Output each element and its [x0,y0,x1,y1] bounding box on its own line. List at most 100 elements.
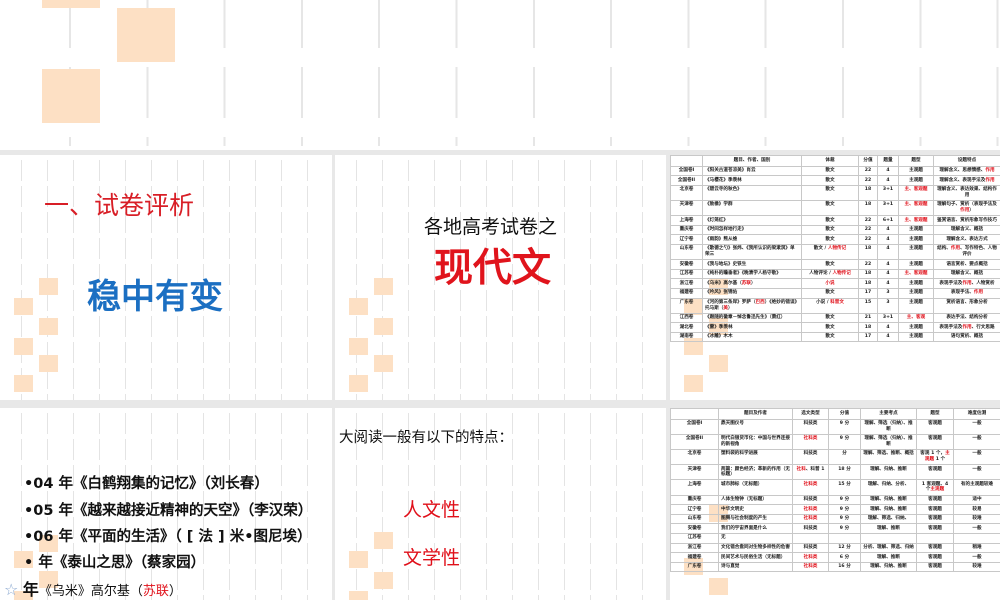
cell-text: 作用 [962,324,972,330]
star-icon: ☆ [4,580,19,599]
table-cell: 22 [858,259,878,270]
cell-text: 客观题 [928,506,942,512]
cell-text: 客观题 [928,545,942,550]
slide-thumbnail-exam-analysis[interactable]: 一、试卷评析 稳中有变 [0,155,332,400]
table-cell: 江苏卷 [670,532,719,544]
trait-item: 人文性 [403,499,461,521]
table-cell: 客观题 [916,513,954,525]
table-cell: 15 [858,297,878,314]
table-cell: 散文 [801,199,859,217]
decor-square [349,298,368,315]
table-cell: 湖北卷 [670,322,703,333]
table-cell: 一般 [953,523,1000,534]
table-cell: 3 [877,287,899,299]
slide-thumbnail-top[interactable] [0,0,1000,150]
cell-text: 18 [864,324,872,330]
decor-square [374,572,393,589]
table-cell: 3+1 [877,199,899,217]
column-header: 题目及作者 [718,408,793,420]
table-cell [792,532,829,544]
cell-text: 北京卷 [679,187,694,193]
table-cell: 一般 [953,433,1000,450]
cell-text: 一般 [972,421,982,427]
table-cell: 塑料袋的科学进展 [718,448,793,466]
slide-thumbnail-table-expository[interactable]: 题目及作者 选文类型 分值 主要考点 题型 难度估测 全国卷I 鼎天图仪号 科技类 9 分理解、筛… [670,408,1000,600]
table-cell: 全国卷II [670,175,703,186]
cell-text: 安徽卷 [679,261,694,267]
cell-text: 浙江卷 [687,545,702,550]
cell-text: 社科类 [803,436,818,442]
table-header-row: 题目、作者、国别 体裁 分值 题量 题型 设题特点 [670,155,1000,167]
table-cell: 理解、推断 [860,523,917,534]
table-cell: 主观题 [898,322,934,333]
table-cell: 浙江卷 [670,542,719,554]
cell-text: 人物评论 / [809,271,833,277]
cell-text: 《我与地坛》史铁生 [705,261,747,267]
cell-text: 湖北卷 [679,324,694,330]
cell-text: 散文 [825,227,835,233]
decor-square [349,591,368,600]
cell-text: 苏联 [741,280,751,286]
cell-text: 主、客观题 [904,202,928,208]
cell-text: 散文 [825,202,835,208]
cell-text: 4 [886,227,890,233]
cell-text: 主观题 [909,177,923,183]
cell-text: 小说 / [816,300,831,305]
decor-square [709,578,728,595]
column-header: 难度估测 [953,408,1000,420]
slide-thumbnail-table-prose[interactable]: 题目、作者、国别 体裁 分值 题量 题型 设题特点 全国卷I 《阳关古道苍凉美》肖云 散文 22 4… [670,155,1000,400]
cell-text: 安徽卷 [687,525,702,531]
table-cell: 21 [858,312,878,324]
cell-text: 9 分 [839,421,850,427]
table-cell: 社科类 [792,479,829,496]
table-cell: 主观题 [898,287,934,299]
table-cell: 主、客观题 [898,199,934,217]
slide-thumbnail-modern-text[interactable]: 各地高考试卷之 现代文 [335,155,666,400]
cell-text: 一般 [972,525,982,531]
cell-text: 《雷》季羡林 [705,324,733,330]
table-cell: 4 [877,322,899,333]
slide-heading: 一、试卷评析 [44,191,195,220]
cell-text: 散文 [825,315,835,321]
table-cell: 浙江卷 [670,278,703,289]
cell-text: 9 分 [839,506,850,512]
cell-text: 全国卷I [678,168,695,174]
table-row: 重庆卷 《时间怎样地行走》 散文 22 4 主观题 理解含义、概括 [670,224,1000,236]
cell-text: 我们的宇宙界面是什么 [721,525,767,531]
table-cell: 北京卷 [670,448,719,466]
cell-text: 《乌米》高尔基（ [705,280,742,286]
column-header: 主要考点 [860,408,917,420]
decor-square [349,338,368,355]
cell-text: 3 [886,290,890,296]
cell-text: 18 [864,187,872,193]
cell-text: 上海卷 [679,217,694,223]
slide-thumbnail-works[interactable]: •04 年《白鹤翔集的记忆》（刘长春） •05 年《越来越接近精神的天空》（李汉… [0,408,332,600]
cell-text: 《灯笼红》 [705,217,728,223]
prose-exam-table: 题目、作者、国别 体裁 分值 题量 题型 设题特点 全国卷I 《阳关古道苍凉美》肖云 散文 22 4… [670,155,1000,343]
column-header [670,155,703,167]
column-header: 题目、作者、国别 [702,155,802,167]
cell-text: 作用 [960,208,970,214]
table-cell: 山东卷 [670,243,703,261]
table-cell: 重庆卷 [670,494,719,506]
table-cell: 9 分 [828,418,861,435]
table-cell: 主、客观题 [898,184,934,201]
cell-text: 辽宁卷 [687,506,702,512]
table-cell: 主观题 [898,259,934,270]
cell-text: 《时间怎样地行走》 [705,227,747,233]
table-cell: 城市肺标（无标题） [718,479,793,496]
table-cell: 人物评论 / 人物传记 [801,268,859,280]
cell-text: 《碧云寺的秋色》 [705,187,742,193]
table-cell: 散文 / 人物传记 [801,243,859,261]
cell-text: ） [750,280,756,286]
table-cell: 社科、科普 1 [792,464,829,481]
table-row: 辽宁卷 《雨韵》熊从维 散文 22 4 主观题 理解含义、表达方式 [670,234,1000,245]
cell-text: 4 [886,246,890,252]
slide-thumbnail-reading-traits[interactable]: 大阅读一般有以下的特点： 人文性 文学性 [335,408,666,600]
table-cell: 6 分 [828,552,861,563]
table-row: 山东卷 《歌德之勺》张炜、《我所认识的梁漱溟》单荣三 散文 / 人物传记 18 4 主观题… [670,243,1000,261]
table-cell: 鉴赏语言、赏析形象写作技巧 [933,215,1000,226]
table-cell: 有的主观题较难 [953,479,1000,496]
cell-text: 社科类 [803,554,818,560]
slide-subtitle: 稳中有变 [87,277,223,317]
